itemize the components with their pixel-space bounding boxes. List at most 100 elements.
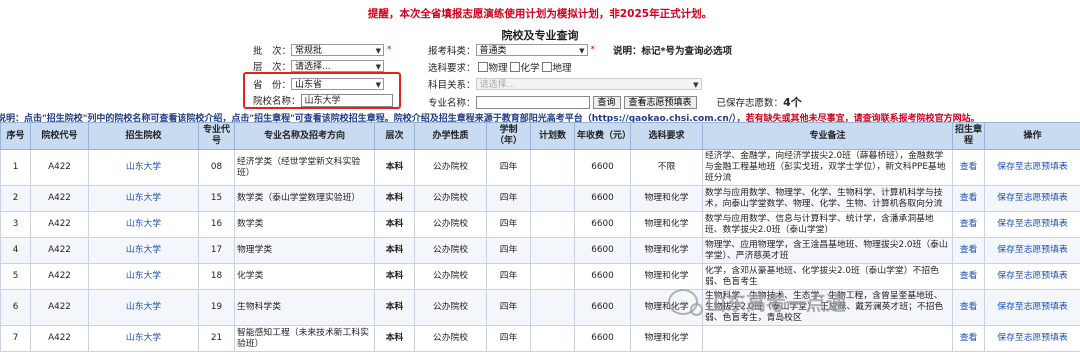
cell-req: 物理和化学 [631, 238, 703, 264]
saved-count-label: 已保存志愿数： [717, 95, 784, 109]
cell-remark: 数学与应用数学、物理学、化学、生物科学、计算机科学与技术，向泰山学堂数学、物理、… [703, 186, 953, 212]
school-link[interactable]: 山东大学 [89, 150, 199, 186]
cell-major: 数学类（泰山学堂数理实验班） [235, 186, 375, 212]
save-to-table-link[interactable]: 保存至志愿预填表 [985, 264, 1080, 290]
view-charter-link[interactable]: 查看 [953, 212, 985, 238]
chevron-down-icon: ▼ [579, 45, 584, 57]
major-name-input[interactable] [476, 96, 590, 109]
cell-fee: 6600 [575, 212, 631, 238]
required-mark: * [387, 45, 392, 55]
column-header: 招生章程 [953, 123, 985, 150]
cell-no: 3 [1, 212, 31, 238]
table-row: 7A422山东大学21智能感知工程（未来技术新工科实验班）本科公办院校四年660… [1, 326, 1080, 352]
cell-code: A422 [31, 238, 89, 264]
school-link[interactable]: 山东大学 [89, 326, 199, 352]
column-header: 专业代号 [199, 123, 235, 150]
column-header: 学制（年） [487, 123, 531, 150]
save-to-table-link[interactable]: 保存至志愿预填表 [985, 212, 1080, 238]
cell-nature: 公办院校 [415, 238, 487, 264]
level-select[interactable]: 请选择... ▼ [291, 60, 384, 72]
cell-level: 本科 [375, 326, 415, 352]
school-link[interactable]: 山东大学 [89, 212, 199, 238]
school-link[interactable]: 山东大学 [89, 290, 199, 326]
batch-label: 批 次： [253, 43, 291, 57]
cell-years: 四年 [487, 326, 531, 352]
view-fill-table-button[interactable]: 查看志愿预填表 [624, 96, 697, 109]
subject-req-label: 选科要求： [428, 60, 476, 74]
cell-fee: 6600 [575, 238, 631, 264]
table-row: 4A422山东大学17物理学类本科公办院校四年6600物理和化学物理学、应用物理… [1, 238, 1080, 264]
cell-fee: 6600 [575, 326, 631, 352]
cell-fee: 6600 [575, 290, 631, 326]
cell-major: 经济学类（经世学堂新文科实验班） [235, 150, 375, 186]
subject-relation-select[interactable]: 请选择... ▼ [476, 78, 702, 90]
cell-level: 本科 [375, 212, 415, 238]
saved-count-value: 4个 [783, 94, 802, 110]
cell-no: 4 [1, 238, 31, 264]
cell-nature: 公办院校 [415, 186, 487, 212]
table-header-row: 序号院校代号招生院校专业代号专业名称及招考方向层次办学性质学制（年）计划数年收费… [1, 123, 1080, 150]
cell-fee: 6600 [575, 150, 631, 186]
cell-major: 数学类 [235, 212, 375, 238]
cell-code: A422 [31, 212, 89, 238]
save-to-table-link[interactable]: 保存至志愿预填表 [985, 238, 1080, 264]
cell-no: 2 [1, 186, 31, 212]
view-charter-link[interactable]: 查看 [953, 290, 985, 326]
view-charter-link[interactable]: 查看 [953, 264, 985, 290]
cell-years: 四年 [487, 264, 531, 290]
page-title: 院校及专业查询 [0, 27, 1080, 43]
geography-checkbox[interactable] [542, 62, 552, 72]
table-row: 1A422山东大学08经济学类（经世学堂新文科实验班）本科公办院校四年6600不… [1, 150, 1080, 186]
query-button[interactable]: 查询 [593, 96, 621, 109]
chemistry-checkbox[interactable] [510, 62, 520, 72]
cell-code: A422 [31, 290, 89, 326]
table-row: 2A422山东大学15数学类（泰山学堂数理实验班）本科公办院校四年6600物理和… [1, 186, 1080, 212]
cell-level: 本科 [375, 186, 415, 212]
view-charter-link[interactable]: 查看 [953, 326, 985, 352]
cell-remark: 物理学、应用物理学，含王淦昌基地班、物理拔尖2.0班（泰山学堂）、严济慈英才班 [703, 238, 953, 264]
cell-plan [531, 150, 575, 186]
view-charter-link[interactable]: 查看 [953, 150, 985, 186]
cell-level: 本科 [375, 290, 415, 326]
cell-remark: 化学，含邓从豪基地班、化学拔尖2.0班（泰山学堂）不招色弱、色盲考生 [703, 264, 953, 290]
column-header: 院校代号 [31, 123, 89, 150]
physics-checkbox[interactable] [478, 62, 488, 72]
column-header: 办学性质 [415, 123, 487, 150]
cell-major: 生物科学类 [235, 290, 375, 326]
cell-mcode: 17 [199, 238, 235, 264]
table-row: 6A422山东大学19生物科学类本科公办院校四年6600物理和化学生物科学、生物… [1, 290, 1080, 326]
school-link[interactable]: 山东大学 [89, 264, 199, 290]
save-to-table-link[interactable]: 保存至志愿预填表 [985, 186, 1080, 212]
notice-banner: 提醒，本次全省填报志愿演练使用计划为模拟计划，非2025年正式计划。 [0, 6, 1080, 21]
save-to-table-link[interactable]: 保存至志愿预填表 [985, 326, 1080, 352]
cell-plan [531, 238, 575, 264]
category-select[interactable]: 普通类 ▼ [476, 44, 588, 56]
cell-level: 本科 [375, 238, 415, 264]
category-select-value: 普通类 [480, 46, 507, 56]
save-to-table-link[interactable]: 保存至志愿预填表 [985, 150, 1080, 186]
batch-select[interactable]: 常规批 ▼ [291, 44, 384, 56]
cell-plan [531, 290, 575, 326]
cell-remark: 数学与应用数学、信息与计算科学、统计学，含潘承洞基地班、数学拔尖2.0班（泰山学… [703, 212, 953, 238]
school-link[interactable]: 山东大学 [89, 238, 199, 264]
cell-nature: 公办院校 [415, 290, 487, 326]
cell-no: 5 [1, 264, 31, 290]
highlight-box [243, 72, 401, 109]
cell-major: 物理学类 [235, 238, 375, 264]
view-charter-link[interactable]: 查看 [953, 238, 985, 264]
cell-no: 1 [1, 150, 31, 186]
cell-plan [531, 212, 575, 238]
school-link[interactable]: 山东大学 [89, 186, 199, 212]
column-header: 招生院校 [89, 123, 199, 150]
save-to-table-link[interactable]: 保存至志愿预填表 [985, 290, 1080, 326]
physics-label: 物理 [489, 60, 508, 74]
column-header: 专业备注 [703, 123, 953, 150]
cell-no: 7 [1, 326, 31, 352]
cell-req: 物理和化学 [631, 326, 703, 352]
column-header: 专业名称及招考方向 [235, 123, 375, 150]
cell-major: 化学类 [235, 264, 375, 290]
cell-fee: 6600 [575, 264, 631, 290]
cell-remark: 生物科学、生物技术、生态学、生物工程，含曾呈奎基地班、生物拔尖2.0班（泰山学堂… [703, 290, 953, 326]
table-row: 5A422山东大学18化学类本科公办院校四年6600物理和化学化学，含邓从豪基地… [1, 264, 1080, 290]
view-charter-link[interactable]: 查看 [953, 186, 985, 212]
